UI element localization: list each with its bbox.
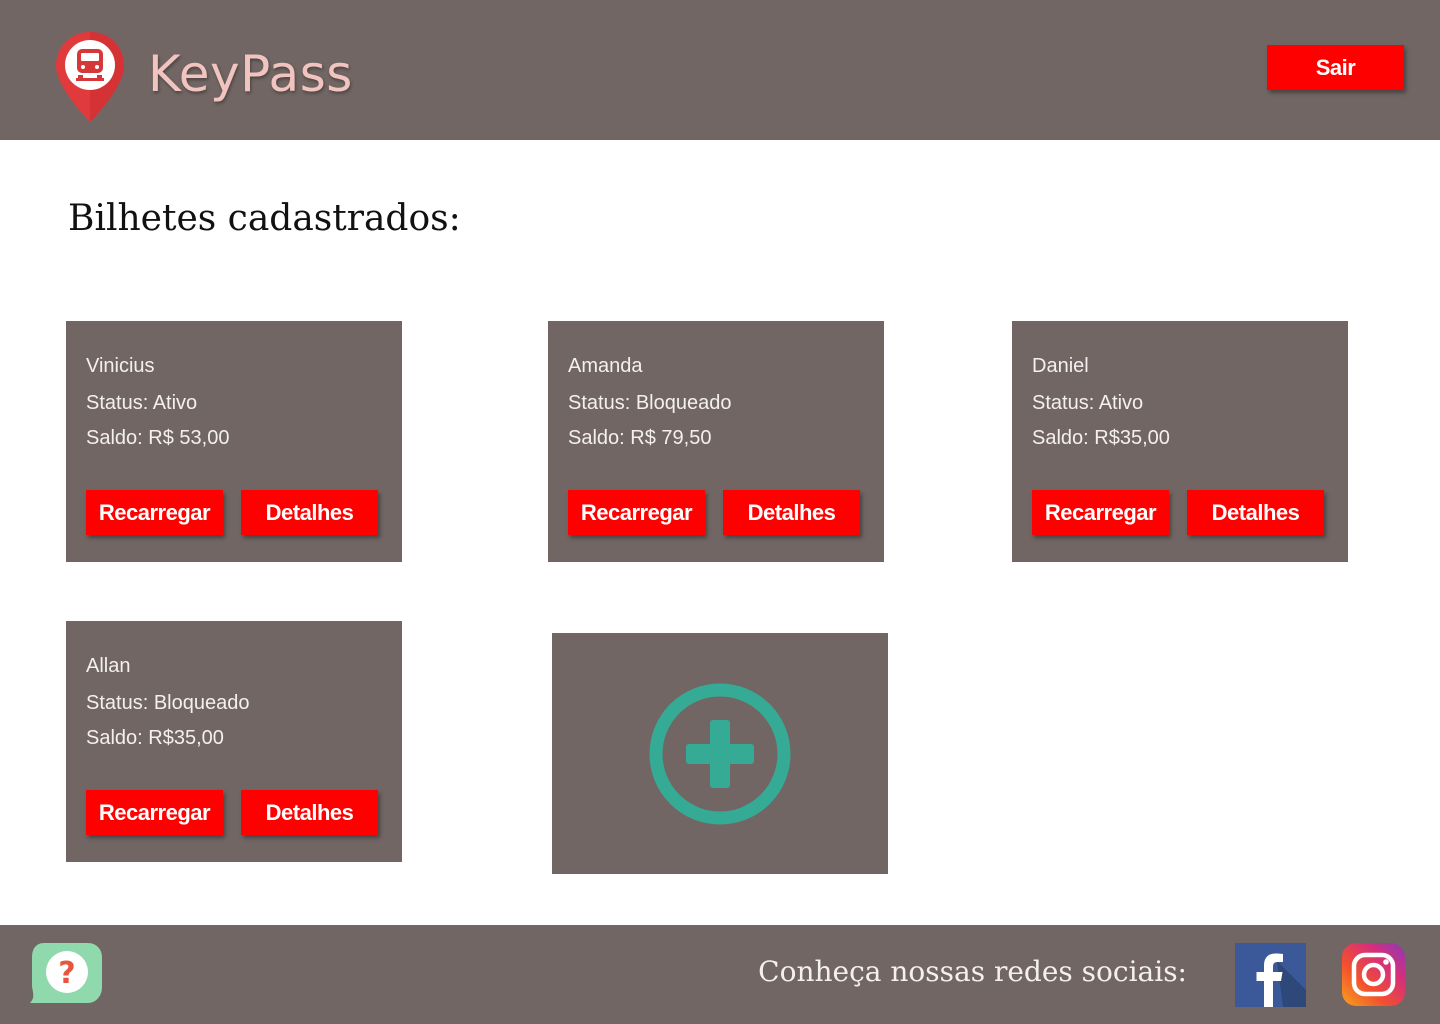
ticket-card: Amanda Status: Bloqueado Saldo: R$ 79,50… xyxy=(548,321,884,562)
brand-name: KeyPass xyxy=(148,45,353,103)
train-location-pin-icon xyxy=(56,32,124,122)
ticket-holder-name: Amanda xyxy=(568,355,643,377)
recharge-button[interactable]: Recarregar xyxy=(1032,490,1169,535)
ticket-status: Status: Bloqueado xyxy=(568,392,732,414)
footer: ? Conheça nossas redes sociais: xyxy=(0,925,1440,1024)
ticket-holder-name: Daniel xyxy=(1032,355,1089,377)
ticket-holder-name: Vinicius xyxy=(86,355,155,377)
ticket-status: Status: Bloqueado xyxy=(86,692,250,714)
ticket-card: Vinicius Status: Ativo Saldo: R$ 53,00 R… xyxy=(66,321,402,562)
svg-text:?: ? xyxy=(58,956,75,991)
ticket-balance: Saldo: R$ 53,00 xyxy=(86,427,230,449)
ticket-holder-name: Allan xyxy=(86,655,131,677)
recharge-button[interactable]: Recarregar xyxy=(86,790,223,835)
ticket-status: Status: Ativo xyxy=(86,392,198,414)
recharge-button[interactable]: Recarregar xyxy=(568,490,705,535)
ticket-balance: Saldo: R$35,00 xyxy=(86,727,224,749)
details-button[interactable]: Detalhes xyxy=(1187,490,1324,535)
details-button[interactable]: Detalhes xyxy=(723,490,860,535)
social-networks-label: Conheça nossas redes sociais: xyxy=(758,955,1187,988)
ticket-balance: Saldo: R$35,00 xyxy=(1032,427,1170,449)
ticket-balance: Saldo: R$ 79,50 xyxy=(568,427,712,449)
facebook-icon[interactable] xyxy=(1235,943,1306,1007)
details-button[interactable]: Detalhes xyxy=(241,490,378,535)
header: KeyPass Sair xyxy=(0,0,1440,140)
add-ticket-card[interactable] xyxy=(552,633,888,874)
page-title: Bilhetes cadastrados: xyxy=(68,198,461,239)
instagram-icon[interactable] xyxy=(1342,943,1405,1006)
details-button[interactable]: Detalhes xyxy=(241,790,378,835)
ticket-status: Status: Ativo xyxy=(1032,392,1144,414)
question-chat-icon[interactable]: ? xyxy=(30,943,102,1003)
ticket-card: Daniel Status: Ativo Saldo: R$35,00 Reca… xyxy=(1012,321,1348,562)
recharge-button[interactable]: Recarregar xyxy=(86,490,223,535)
plus-circle-icon[interactable] xyxy=(648,682,792,826)
ticket-card: Allan Status: Bloqueado Saldo: R$35,00 R… xyxy=(66,621,402,862)
logout-button[interactable]: Sair xyxy=(1267,45,1404,90)
